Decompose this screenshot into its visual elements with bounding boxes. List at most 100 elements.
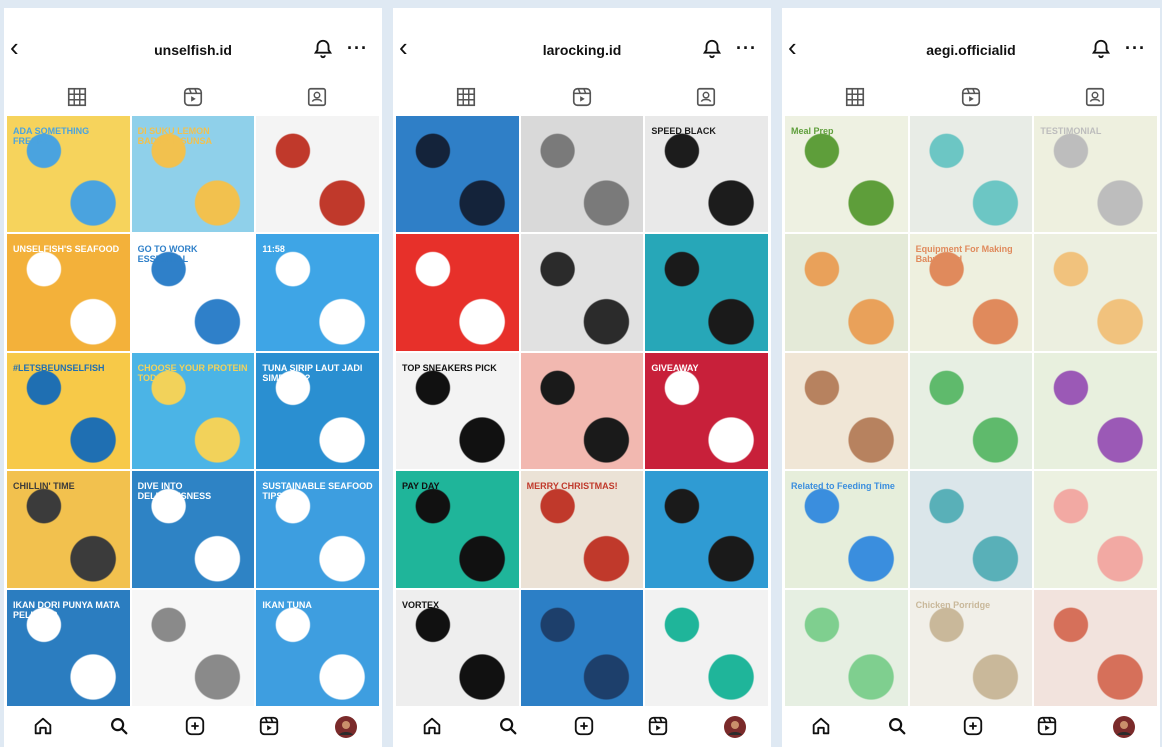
post-tile[interactable]: CHILLIN' TIME [7, 471, 130, 588]
post-tile[interactable]: SUSTAINABLE SEAFOOD TIPS [256, 471, 379, 588]
post-tile[interactable] [520, 352, 644, 470]
reels-icon[interactable] [571, 86, 593, 108]
post-tile[interactable] [396, 116, 519, 233]
post-tile[interactable] [1034, 471, 1157, 588]
more-icon[interactable]: ··· [347, 38, 368, 59]
grid-icon[interactable] [455, 86, 477, 108]
search-icon[interactable] [886, 715, 910, 739]
create-icon[interactable] [184, 715, 208, 739]
search-icon[interactable] [497, 715, 521, 739]
reels-nav-icon[interactable] [1036, 715, 1060, 739]
post-tile[interactable]: Meal Prep [785, 116, 908, 233]
post-caption: #LETSBEUNSELFISH [13, 362, 105, 373]
more-icon[interactable]: ··· [1125, 38, 1146, 59]
post-tile[interactable] [520, 234, 644, 351]
profile-panel-1: ‹ unselfish.id ··· ADA SOMETHING FRESH? DI S… [4, 8, 382, 747]
profile-header: ‹ aegi.officialid ··· [782, 8, 1160, 86]
post-tile[interactable]: ADA SOMETHING FRESH? [7, 116, 130, 233]
profile-avatar[interactable] [723, 715, 747, 739]
post-caption: PAY DAY [402, 481, 440, 492]
grid-icon[interactable] [66, 86, 88, 108]
tagged-icon[interactable] [1084, 86, 1106, 108]
profile-panel-2: ‹ larocking.id ··· SPEED BLACK TOP SNEAKERS … [393, 8, 771, 747]
bottom-nav [782, 706, 1160, 747]
bell-icon[interactable] [312, 38, 334, 62]
post-tile[interactable] [131, 589, 255, 706]
post-caption: IKAN TUNA [262, 599, 312, 610]
post-tile[interactable] [520, 116, 644, 233]
post-caption: ADA SOMETHING FRESH? [13, 126, 90, 146]
post-caption: CHOOSE YOUR PROTEIN TODAY! [137, 362, 248, 383]
post-caption: Equipment For Making Baby Food [915, 244, 1013, 265]
post-tile[interactable]: 11:58 [256, 234, 379, 351]
post-tile[interactable]: GO TO WORK ESSENTIAL [131, 234, 255, 351]
post-tile[interactable]: TESTIMONIAL [1034, 116, 1157, 233]
reels-nav-icon[interactable] [258, 715, 282, 739]
create-icon[interactable] [962, 715, 986, 739]
profile-header: ‹ unselfish.id ··· [4, 8, 382, 86]
post-tile[interactable]: MERRY CHRISTMAS! [520, 471, 644, 588]
post-tile[interactable] [909, 352, 1033, 470]
reels-nav-icon[interactable] [647, 715, 671, 739]
post-caption: GO TO WORK ESSENTIAL [137, 244, 198, 265]
home-icon[interactable] [421, 715, 445, 739]
profile-tabs [393, 86, 771, 116]
post-tile[interactable]: CHOOSE YOUR PROTEIN TODAY! [131, 352, 255, 470]
post-tile[interactable] [645, 589, 768, 706]
post-tile[interactable] [645, 234, 768, 351]
profile-avatar[interactable] [334, 715, 358, 739]
post-tile[interactable] [785, 234, 908, 351]
post-caption: TESTIMONIAL [1040, 126, 1102, 136]
post-caption: MERRY CHRISTMAS! [526, 481, 618, 492]
bottom-nav [393, 706, 771, 747]
post-tile[interactable]: TOP SNEAKERS PICK [396, 352, 519, 470]
post-caption: 11:58 [262, 244, 285, 255]
post-tile[interactable] [520, 589, 644, 706]
post-tile[interactable] [256, 116, 379, 233]
post-tile[interactable] [909, 116, 1033, 233]
post-caption: SPEED BLACK [651, 126, 716, 136]
post-caption: VORTEX [402, 599, 440, 610]
profile-header: ‹ larocking.id ··· [393, 8, 771, 86]
tagged-icon[interactable] [306, 86, 328, 108]
post-tile[interactable] [396, 234, 519, 351]
profile-avatar[interactable] [1112, 715, 1136, 739]
post-tile[interactable]: IKAN TUNA [256, 589, 379, 706]
reels-icon[interactable] [960, 86, 982, 108]
bell-icon[interactable] [1090, 38, 1112, 62]
post-tile[interactable]: VORTEX [396, 589, 519, 706]
post-tile[interactable] [645, 471, 768, 588]
post-caption: UNSELFISH'S SEAFOOD [13, 244, 120, 255]
post-tile[interactable]: UNSELFISH'S SEAFOOD [7, 234, 130, 351]
post-tile[interactable] [785, 352, 908, 470]
home-icon[interactable] [810, 715, 834, 739]
post-caption: Chicken Porridge [915, 599, 991, 610]
grid-icon[interactable] [844, 86, 866, 108]
post-tile[interactable]: Related to Feeding Time [785, 471, 908, 588]
post-tile[interactable] [1034, 234, 1157, 351]
post-grid: SPEED BLACK TOP SNEAKERS PICK GIVEAWAY PAY … [396, 116, 768, 706]
post-tile[interactable]: DIVE INTO DELICIOUSNESS [131, 471, 255, 588]
profile-panel-3: ‹ aegi.officialid ··· Meal Prep TESTIMONIAL E… [782, 8, 1160, 747]
post-tile[interactable] [909, 471, 1033, 588]
post-tile[interactable] [785, 589, 908, 706]
post-grid: Meal Prep TESTIMONIAL Equipment For Making… [785, 116, 1157, 706]
create-icon[interactable] [573, 715, 597, 739]
post-tile[interactable]: #LETSBEUNSELFISH [7, 352, 130, 470]
post-tile[interactable] [1034, 589, 1157, 706]
post-tile[interactable] [1034, 352, 1157, 470]
bell-icon[interactable] [701, 38, 723, 62]
post-tile[interactable]: SPEED BLACK [645, 116, 768, 233]
post-tile[interactable]: TUNA SIRIP LAUT JADI SIMBANG? [256, 352, 379, 470]
post-tile[interactable]: Chicken Porridge [909, 589, 1033, 706]
post-tile[interactable]: IKAN DORI PUNYA MATA PELURIS? [7, 589, 130, 706]
post-tile[interactable]: DI SUKU LEMON BADIKAL SUNSA [131, 116, 255, 233]
post-tile[interactable]: Equipment For Making Baby Food [909, 234, 1033, 351]
tagged-icon[interactable] [695, 86, 717, 108]
post-tile[interactable]: PAY DAY [396, 471, 519, 588]
search-icon[interactable] [108, 715, 132, 739]
reels-icon[interactable] [182, 86, 204, 108]
home-icon[interactable] [32, 715, 56, 739]
more-icon[interactable]: ··· [736, 38, 757, 59]
post-tile[interactable]: GIVEAWAY [645, 352, 768, 470]
